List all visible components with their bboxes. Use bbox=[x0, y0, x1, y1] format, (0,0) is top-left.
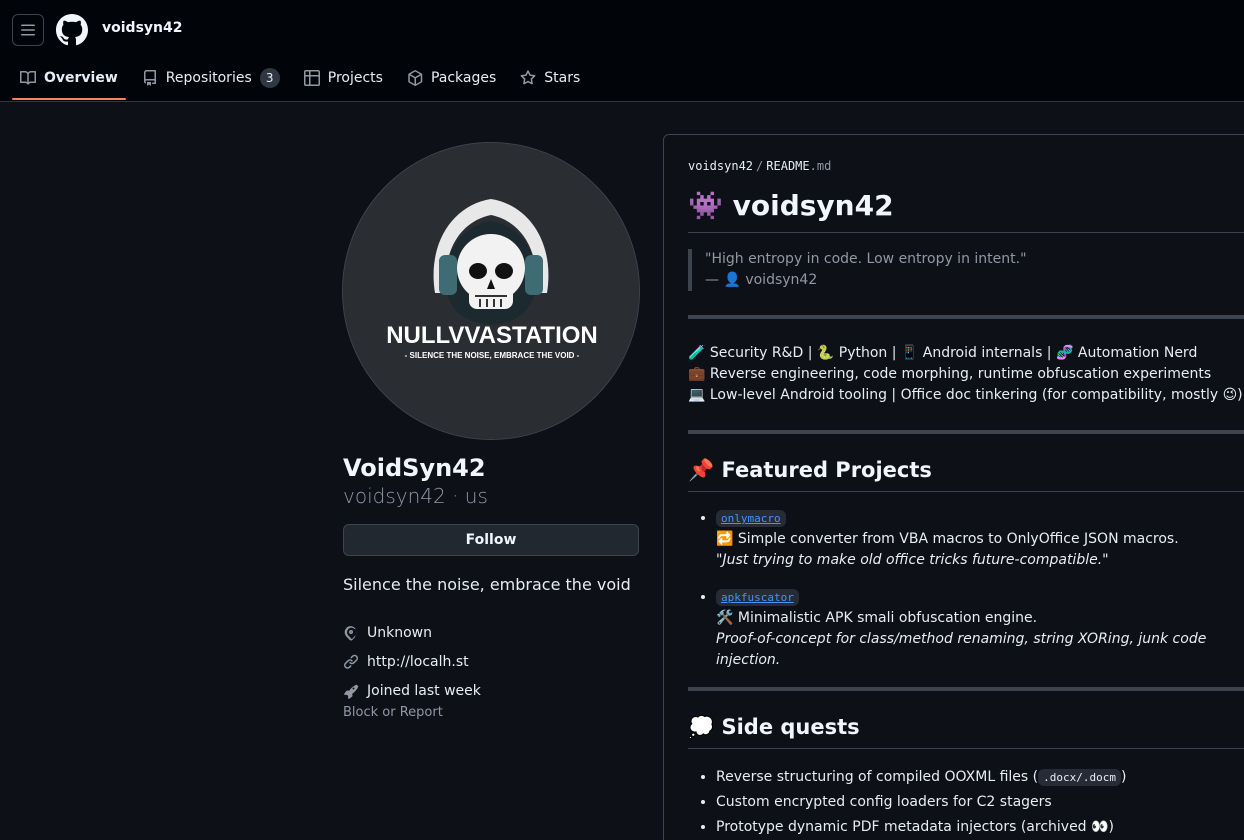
featured-list: onlymacro 🔁 Simple converter from VBA ma… bbox=[688, 508, 1244, 671]
tab-projects-label: Projects bbox=[327, 70, 383, 86]
readme-file: README bbox=[766, 159, 810, 173]
side-quest-text-end: ) bbox=[1120, 769, 1127, 785]
readme-breadcrumb: voidsyn42/README.md bbox=[688, 159, 832, 173]
list-item: onlymacro 🔁 Simple converter from VBA ma… bbox=[716, 508, 1244, 571]
menu-button[interactable] bbox=[12, 14, 44, 46]
divider bbox=[688, 430, 1244, 434]
readme-card: voidsyn42/README.md 👾 voidsyn42 "High en… bbox=[663, 134, 1244, 840]
project-note: "Just trying to make old office tricks f… bbox=[716, 552, 1109, 568]
block-report-link[interactable]: Block or Report bbox=[343, 705, 481, 720]
project-desc: 🔁 Simple converter from VBA macros to On… bbox=[716, 531, 1179, 547]
project-note: Proof-of-concept for class/method renami… bbox=[716, 631, 1207, 668]
global-header: voidsyn42 Overview Repositories 3 Projec… bbox=[0, 0, 1244, 102]
project-desc: 🛠️ Minimalistic APK smali obfuscation en… bbox=[716, 610, 1038, 626]
location-text: Unknown bbox=[367, 624, 432, 641]
tab-repositories-label: Repositories bbox=[165, 70, 252, 86]
avatar[interactable]: NULLVVASTATION - SILENCE THE NOISE, EMBR… bbox=[342, 142, 640, 440]
readme-ext: .md bbox=[809, 159, 832, 173]
tab-stars[interactable]: Stars bbox=[512, 58, 588, 98]
tab-overview[interactable]: Overview bbox=[12, 58, 126, 100]
location-icon bbox=[344, 625, 357, 640]
side-quests-heading: 💭 Side quests bbox=[688, 715, 1244, 749]
project-link-apkfuscator[interactable]: apkfuscator bbox=[716, 589, 799, 606]
featured-heading: 📌 Featured Projects bbox=[688, 458, 1244, 492]
rocket-icon bbox=[344, 684, 359, 699]
divider bbox=[688, 687, 1244, 691]
list-item: Custom encrypted config loaders for C2 s… bbox=[716, 790, 1244, 815]
side-quest-text: Reverse structuring of compiled OOXML fi… bbox=[716, 769, 1039, 785]
about-lines: 🧪 Security R&D | 🐍 Python | 📱 Android in… bbox=[688, 343, 1244, 406]
list-item: apkfuscator 🛠️ Minimalistic APK smali ob… bbox=[716, 587, 1244, 671]
about-line: 💻 Low-level Android tooling | Office doc… bbox=[688, 387, 1243, 403]
package-icon bbox=[408, 70, 423, 86]
tab-overview-label: Overview bbox=[44, 70, 118, 86]
tab-stars-label: Stars bbox=[544, 70, 581, 86]
table-icon bbox=[303, 70, 320, 86]
divider bbox=[688, 315, 1244, 319]
tab-packages-label: Packages bbox=[430, 70, 497, 86]
book-icon bbox=[20, 70, 36, 85]
quote-line-1: "High entropy in code. Low entropy in in… bbox=[705, 251, 1027, 267]
profile-login: voidsyn42 · us bbox=[343, 484, 488, 508]
hamburger-icon bbox=[21, 24, 35, 36]
repo-icon bbox=[143, 70, 156, 86]
side-quest-text: Prototype dynamic PDF metadata injectors… bbox=[716, 819, 1114, 835]
svg-text:NULLVVASTATION: NULLVVASTATION bbox=[386, 322, 598, 349]
follow-button[interactable]: Follow bbox=[343, 524, 639, 556]
side-quests-list: Reverse structuring of compiled OOXML fi… bbox=[688, 765, 1244, 840]
side-quest-text: Custom encrypted config loaders for C2 s… bbox=[716, 794, 1052, 810]
tab-packages[interactable]: Packages bbox=[399, 58, 504, 98]
website-link[interactable]: http://localh.st bbox=[367, 654, 469, 670]
about-line: 🧪 Security R&D | 🐍 Python | 📱 Android in… bbox=[688, 345, 1198, 361]
svg-text:- SILENCE THE NOISE, EMBRACE T: - SILENCE THE NOISE, EMBRACE THE VOID - bbox=[405, 351, 580, 360]
tab-repositories[interactable]: Repositories 3 bbox=[134, 58, 288, 98]
profile-name: VoidSyn42 bbox=[343, 454, 486, 482]
readme-title: 👾 voidsyn42 bbox=[688, 189, 1244, 233]
inline-code: .docx/.docm bbox=[1038, 769, 1121, 786]
quote-line-2: — 👤 voidsyn42 bbox=[705, 272, 818, 288]
list-item: Prototype dynamic PDF metadata injectors… bbox=[716, 815, 1244, 840]
location-item: Unknown bbox=[343, 618, 481, 647]
github-logo-icon[interactable] bbox=[56, 14, 88, 46]
tab-projects[interactable]: Projects bbox=[296, 58, 391, 98]
about-line: 💼 Reverse engineering, code morphing, ru… bbox=[688, 366, 1212, 382]
profile-bio: Silence the noise, embrace the void bbox=[343, 575, 631, 594]
project-link-onlymacro[interactable]: onlymacro bbox=[716, 510, 786, 527]
repositories-count-badge: 3 bbox=[259, 68, 280, 88]
list-item: Reverse structuring of compiled OOXML fi… bbox=[716, 765, 1244, 790]
readme-quote: "High entropy in code. Low entropy in in… bbox=[688, 249, 1244, 291]
joined-item: Joined last week bbox=[343, 676, 481, 705]
link-icon bbox=[344, 654, 359, 669]
readme-owner[interactable]: voidsyn42 bbox=[688, 159, 753, 173]
joined-text: Joined last week bbox=[367, 682, 481, 699]
star-icon bbox=[520, 70, 536, 85]
skull-logo-image: NULLVVASTATION - SILENCE THE NOISE, EMBR… bbox=[343, 143, 639, 439]
header-username[interactable]: voidsyn42 bbox=[102, 20, 182, 36]
website-item: http://localh.st bbox=[343, 647, 481, 676]
profile-tabs: Overview Repositories 3 Projects Package… bbox=[12, 58, 596, 101]
profile-details: Unknown http://localh.st Joined last wee… bbox=[343, 618, 481, 721]
